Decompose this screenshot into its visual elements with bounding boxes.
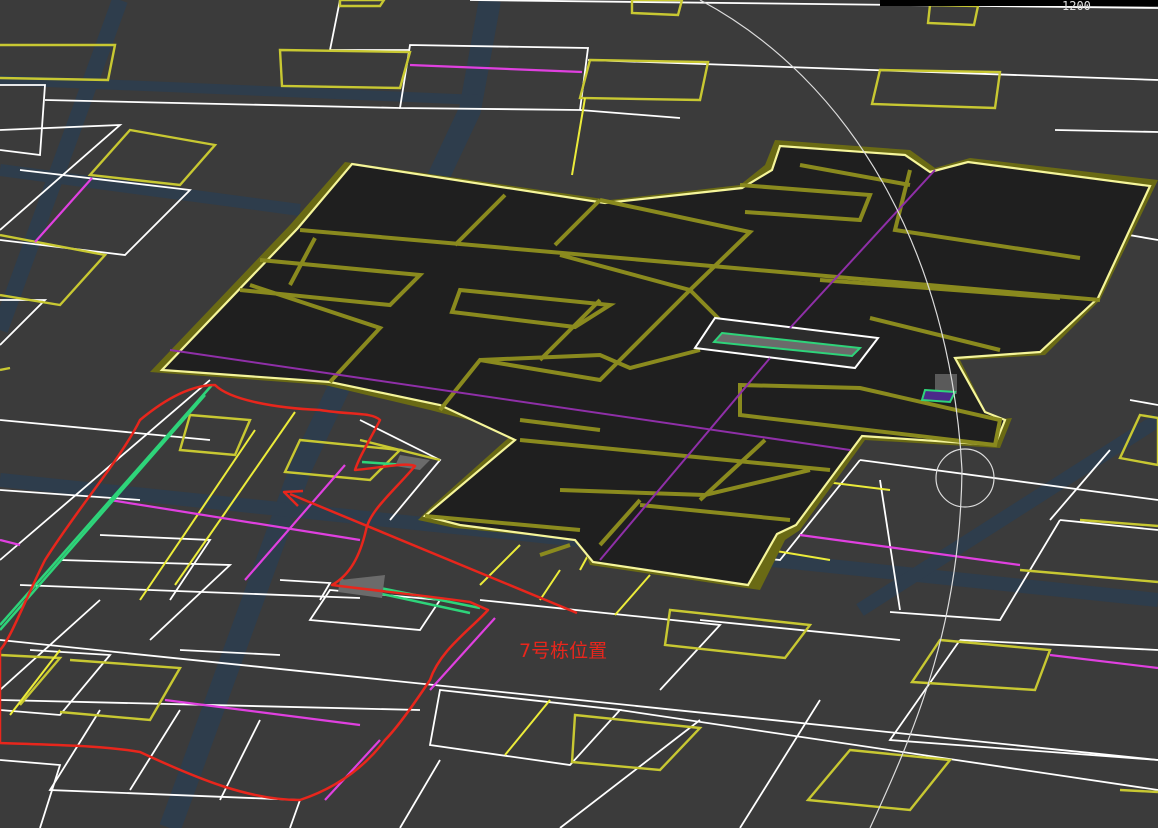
road-diagonal-1 (159, 0, 501, 828)
scale-ruler-bar (880, 0, 1158, 6)
road-diagonal-2 (0, 0, 128, 333)
scale-ruler-text: 1200 (1062, 0, 1091, 13)
building-7-location-label: 7号栋位置 (519, 640, 608, 662)
small-block-green (920, 388, 957, 404)
3d-map-viewport[interactable]: 1200 7号栋位置 (0, 0, 1158, 828)
road-horizontal-3 (0, 75, 481, 105)
red-annotation (0, 383, 578, 802)
map-scene[interactable] (0, 0, 1158, 828)
